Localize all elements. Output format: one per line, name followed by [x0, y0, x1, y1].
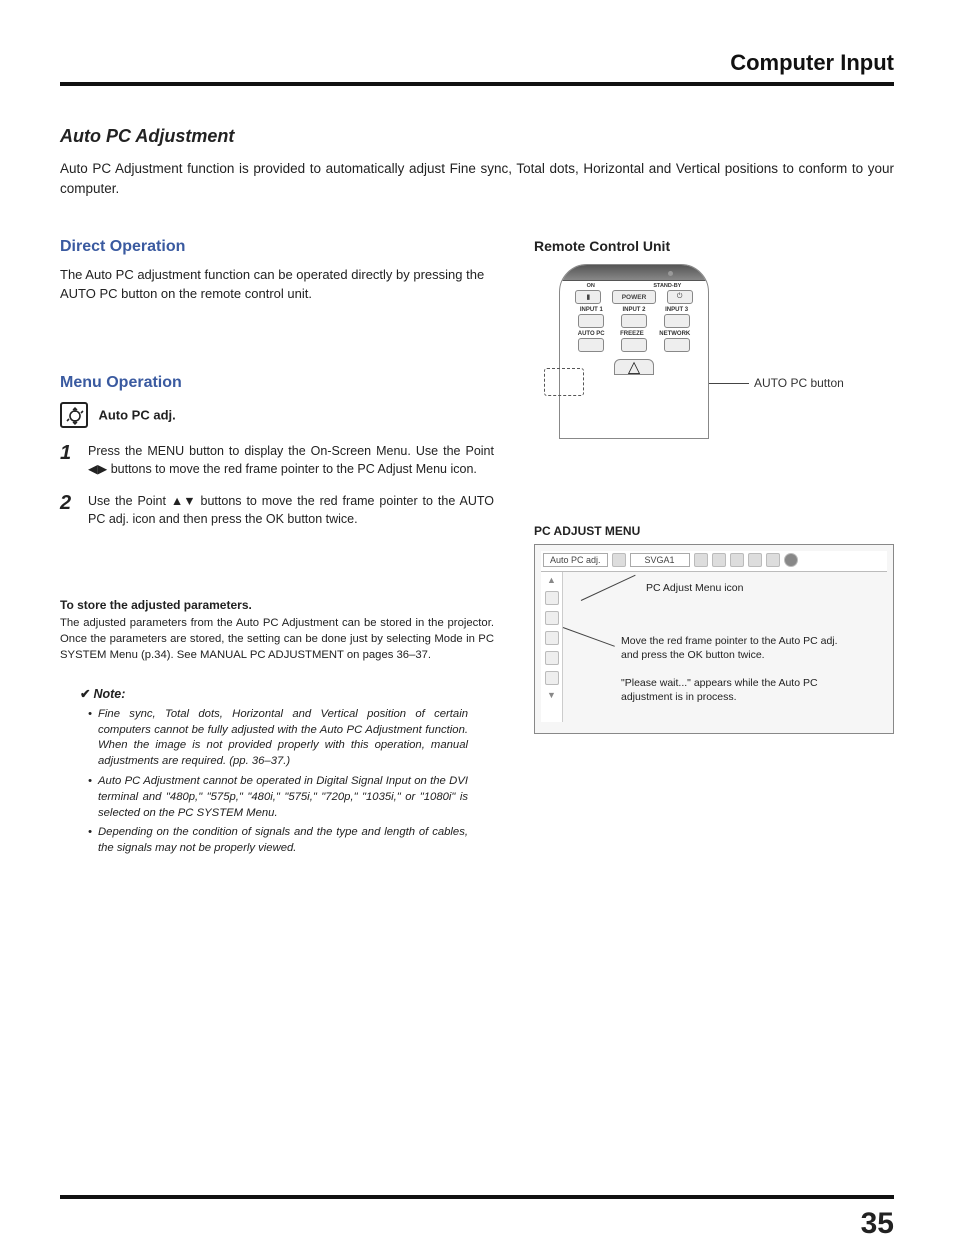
remote-on-label: ON: [587, 283, 595, 289]
remote-autopc-button: [578, 338, 604, 352]
note-heading-text: Note:: [93, 687, 125, 701]
remote-input1-button: [578, 314, 604, 328]
remote-autopc-label: AUTO PC: [578, 331, 605, 337]
direct-operation-heading: Direct Operation: [60, 238, 494, 256]
remote-input3-button: [664, 314, 690, 328]
step-2-number: 2: [60, 492, 78, 528]
auto-pc-adj-label: Auto PC adj.: [98, 407, 175, 422]
pc-menu-top-icon-6: [766, 553, 780, 567]
remote-standby-button: ⏻: [667, 290, 693, 304]
side-icon-2: [545, 611, 559, 625]
note-list: Fine sync, Total dots, Horizontal and Ve…: [88, 707, 494, 857]
remote-input2-label: INPUT 2: [622, 307, 645, 313]
note-item-2: Auto PC Adjustment cannot be operated in…: [88, 774, 468, 821]
remote-autopc-callout: AUTO PC button: [754, 376, 844, 390]
step-2-text: Use the Point ▲▼ buttons to move the red…: [88, 492, 494, 528]
section-title: Auto PC Adjustment: [60, 126, 894, 147]
remote-network-label: NETWORK: [659, 331, 690, 337]
step-1-number: 1: [60, 442, 78, 478]
side-icon-3: [545, 631, 559, 645]
remote-autopc-highlight-box: [544, 368, 584, 396]
side-icon-5: [545, 671, 559, 685]
store-text: The adjusted parameters from the Auto PC…: [60, 616, 494, 663]
remote-input2-button: [621, 314, 647, 328]
remote-standby-label: STAND-BY: [653, 283, 681, 289]
remote-figure: ON STAND-BY ▮ POWER ⏻ INPUT 1 INPUT 2 IN…: [534, 264, 894, 464]
step-2-pre: Use the Point: [88, 494, 171, 508]
note-heading: ✔Note:: [80, 686, 494, 701]
pc-menu-callout-3: "Please wait..." appears while the Auto …: [621, 676, 851, 704]
page-footer: 35: [60, 1195, 894, 1199]
pc-menu-top-icon-3: [712, 553, 726, 567]
step-1-post: buttons to move the red frame pointer to…: [107, 462, 477, 476]
store-heading: To store the adjusted parameters.: [60, 598, 494, 612]
remote-power-button: POWER: [612, 290, 656, 304]
side-icon-autopc: [545, 591, 559, 605]
page-header-title: Computer Input: [60, 50, 894, 86]
remote-input3-label: INPUT 3: [665, 307, 688, 313]
side-icon-4: [545, 651, 559, 665]
pc-menu-mode-label: SVGA1: [630, 553, 690, 567]
step-1-text: Press the MENU button to display the On-…: [88, 442, 494, 478]
pc-menu-top-icon-1: [612, 553, 626, 567]
pc-menu-side-column: ▲ ▼: [541, 572, 563, 722]
direct-operation-text: The Auto PC adjustment function can be o…: [60, 266, 494, 304]
check-icon: ✔: [80, 687, 90, 701]
pc-menu-top-icon-4: [730, 553, 744, 567]
remote-network-button: [664, 338, 690, 352]
remote-heading: Remote Control Unit: [534, 238, 894, 254]
remote-freeze-button: [621, 338, 647, 352]
remote-on-button: ▮: [575, 290, 601, 304]
menu-operation-heading: Menu Operation: [60, 374, 494, 392]
pc-menu-top-label: Auto PC adj.: [543, 553, 608, 567]
pc-menu-callout-1: PC Adjust Menu icon: [646, 582, 743, 594]
auto-pc-adj-icon: [60, 402, 88, 428]
point-up-down-icon: ▲▼: [171, 492, 196, 510]
note-item-1: Fine sync, Total dots, Horizontal and Ve…: [88, 707, 468, 770]
pc-menu-top-icon-info: [784, 553, 798, 567]
step-1-pre: Press the MENU button to display the On-…: [88, 444, 494, 458]
note-item-3: Depending on the condition of signals an…: [88, 825, 468, 857]
pc-menu-callout-2: Move the red frame pointer to the Auto P…: [621, 634, 851, 662]
leader-line-icon: [709, 383, 749, 384]
remote-freeze-label: FREEZE: [620, 331, 644, 337]
callout-line-2-icon: [563, 627, 615, 647]
pc-adjust-menu-heading: PC ADJUST MENU: [534, 524, 894, 538]
pc-adjust-menu-figure: Auto PC adj. SVGA1 ▲ ▼: [534, 544, 894, 734]
remote-input1-label: INPUT 1: [580, 307, 603, 313]
side-up-arrow-icon: ▲: [547, 576, 556, 585]
remote-nav-up-icon: △: [614, 359, 654, 375]
callout-line-1-icon: [581, 575, 636, 601]
side-down-arrow-icon: ▼: [547, 691, 556, 700]
pc-menu-top-icon-2: [694, 553, 708, 567]
page-number: 35: [861, 1207, 894, 1241]
point-left-right-icon: ◀▶: [88, 460, 107, 478]
section-intro: Auto PC Adjustment function is provided …: [60, 159, 894, 198]
pc-menu-top-icon-5: [748, 553, 762, 567]
